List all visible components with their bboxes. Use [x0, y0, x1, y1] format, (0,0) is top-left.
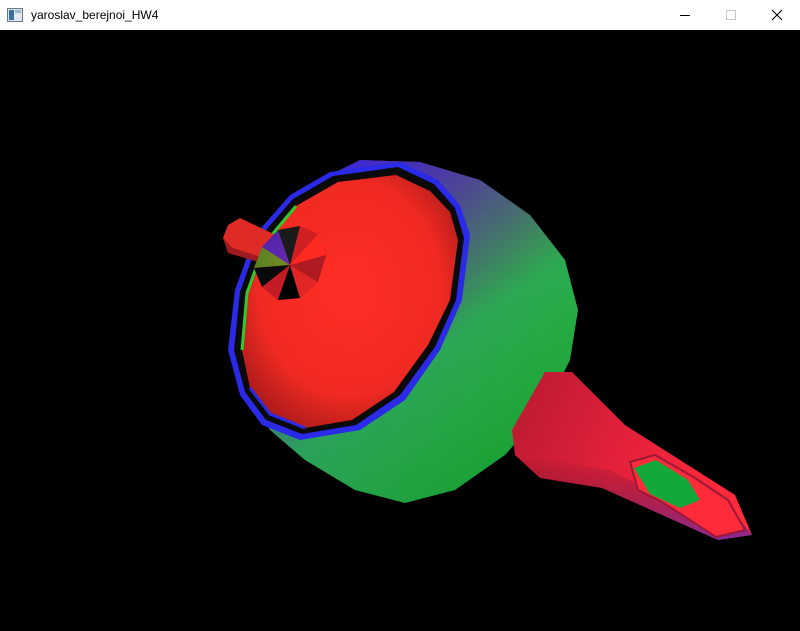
window-title: yaroslav_berejnoi_HW4: [31, 8, 159, 22]
maximize-icon: [726, 10, 736, 20]
minimize-icon: [680, 15, 690, 16]
minimize-button[interactable]: [662, 0, 708, 30]
teapot-render: [223, 160, 752, 540]
close-icon: [771, 9, 783, 21]
render-viewport[interactable]: [0, 30, 800, 631]
title-bar[interactable]: yaroslav_berejnoi_HW4: [0, 0, 800, 30]
application-window: yaroslav_berejnoi_HW4: [0, 0, 800, 631]
maximize-button[interactable]: [708, 0, 754, 30]
close-button[interactable]: [754, 0, 800, 30]
window-controls: [662, 0, 800, 30]
window-app-icon[interactable]: [7, 7, 23, 23]
